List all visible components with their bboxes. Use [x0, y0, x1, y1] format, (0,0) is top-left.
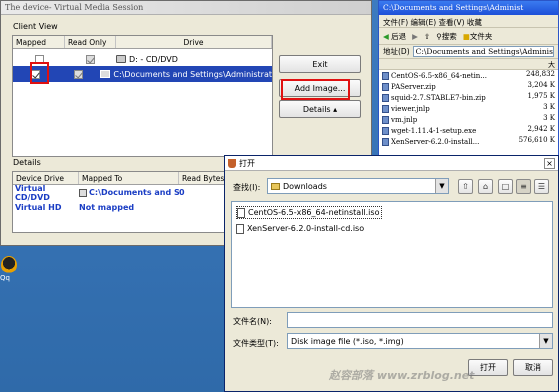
dialog-file-list: CentOS-6.5-x86_64-netinstall.iso XenServ… [231, 201, 553, 308]
file-icon [237, 207, 245, 218]
up-one-level-icon[interactable]: ⇧ [458, 179, 473, 194]
window-title: The device- Virtual Media Session [1, 1, 371, 15]
explorer-window: C:\Documents and Settings\Administ 文件(F)… [378, 0, 559, 158]
filetype-select[interactable]: Disk image file (*.iso, *.img) ▼ [287, 333, 553, 349]
home-icon[interactable]: ⌂ [478, 179, 493, 194]
exit-button[interactable]: Exit [279, 55, 361, 73]
image-file-icon [79, 188, 87, 197]
list-view-icon[interactable]: ≡ [516, 179, 531, 194]
details-button[interactable]: Details ▴ [279, 100, 361, 118]
drive-row[interactable]: D: - CD/DVD [13, 51, 272, 67]
cancel-button[interactable]: 取消 [513, 359, 553, 376]
client-view-label: Client View [13, 22, 58, 31]
explorer-file-list: CentOS-6.5-x86_64-netin... 248,832 PAServ… [379, 70, 558, 147]
new-folder-icon[interactable]: □ [498, 179, 513, 194]
chevron-down-icon[interactable]: ▼ [539, 334, 552, 348]
file-icon [382, 71, 389, 80]
chevron-down-icon[interactable]: ▼ [435, 179, 448, 193]
file-list-header: 大 [379, 59, 558, 70]
file-icon [382, 104, 389, 113]
details-label: Details [13, 158, 41, 167]
details-view-icon[interactable]: ☰ [534, 179, 549, 194]
folder-icon: ■ [462, 31, 470, 41]
col-read-bytes[interactable]: Read Bytes [179, 172, 229, 184]
up-folder-icon[interactable]: ⇧ [424, 32, 430, 41]
explorer-toolbar: ◀ 后退 ▶ ⇧ ⚲搜索 ■文件夹 [379, 28, 558, 45]
highlight-add-image [281, 79, 350, 100]
dialog-title: 打开 [239, 158, 255, 168]
filename-input[interactable] [287, 312, 553, 328]
java-cup-icon [228, 158, 236, 168]
list-item[interactable]: viewer.jnlp 3 K [379, 103, 558, 114]
file-icon [236, 223, 244, 234]
drive-name: D: - CD/DVD [129, 54, 178, 64]
file-icon [382, 137, 389, 146]
file-icon [382, 115, 389, 124]
file-icon [382, 82, 389, 91]
file-icon [382, 93, 389, 102]
col-device-drive[interactable]: Device Drive [13, 172, 79, 184]
cd-drive-icon [116, 55, 126, 63]
desktop-qq-shortcut[interactable]: Qq [0, 256, 18, 296]
qq-icon [1, 256, 17, 274]
open-file-dialog: 打开 × 查找(I): Downloads ▼ ⇧ ⌂ □ ≡ ☰ CentOS… [224, 155, 559, 392]
folders-button[interactable]: ■文件夹 [463, 31, 493, 42]
col-mapped[interactable]: Mapped [13, 36, 65, 48]
details-row: Virtual HD Not mapped [15, 203, 135, 212]
read-only-checkbox[interactable] [74, 69, 84, 79]
folder-icon [271, 182, 280, 190]
address-field[interactable]: C:\Documents and Settings\Administ [412, 46, 554, 57]
back-button[interactable]: ◀ 后退 [383, 31, 406, 42]
list-item[interactable]: XenServer-6.2.0-install-cd.iso [236, 222, 364, 235]
watermark: 赵容部落 www.zrblog.net [329, 369, 475, 382]
col-drive[interactable]: Drive [116, 36, 272, 48]
col-size[interactable]: 大 [548, 60, 555, 69]
drive-row-selected[interactable]: C:\Documents and Settings\Administrat [13, 66, 272, 82]
close-icon[interactable]: × [544, 157, 555, 169]
list-item[interactable]: XenServer-6.2.0-install... 576,610 K [379, 136, 558, 147]
col-mapped-to[interactable]: Mapped To [79, 172, 179, 184]
explorer-menu[interactable]: 文件(F) 编辑(E) 查看(V) 收藏 [379, 15, 558, 28]
details-table: Device Drive Mapped To Read Bytes Virtua… [12, 171, 230, 233]
look-in-label: 查找(I): [233, 183, 261, 192]
col-read-only[interactable]: Read Only [65, 36, 116, 48]
look-in-select[interactable]: Downloads ▼ [267, 178, 449, 194]
read-only-checkbox[interactable] [86, 54, 95, 64]
highlight-mapped-checkbox [30, 62, 49, 84]
dialog-titlebar: 打开 × [225, 156, 558, 171]
search-button[interactable]: ⚲搜索 [436, 31, 457, 42]
list-item[interactable]: squid-2.7.STABLE7-bin.zip 1,975 K [379, 92, 558, 103]
drive-name: C:\Documents and Settings\Administrat [113, 69, 272, 79]
list-item[interactable]: wget-1.11.4-1-setup.exe 2,942 K [379, 125, 558, 136]
list-item[interactable]: CentOS-6.5-x86_64-netin... 248,832 [379, 70, 558, 81]
filename-label: 文件名(N): [233, 317, 272, 326]
back-arrow-icon: ◀ [383, 31, 389, 41]
forward-arrow-icon[interactable]: ▶ [412, 32, 418, 41]
image-file-icon [100, 70, 111, 78]
list-item[interactable]: CentOS-6.5-x86_64-netinstall.iso [236, 206, 383, 219]
list-item[interactable]: PAServer.zip 3,204 K [379, 81, 558, 92]
details-row: Virtual CD/DVD C:\Documents and S... 0 [15, 183, 185, 202]
desktop-icon-label: Qq [0, 274, 10, 282]
filetype-label: 文件类型(T): [233, 339, 279, 348]
file-icon [382, 126, 389, 135]
address-bar: 地址(D) C:\Documents and Settings\Administ [379, 45, 558, 59]
explorer-title: C:\Documents and Settings\Administ [379, 1, 558, 15]
list-item[interactable]: vm.jnlp 3 K [379, 114, 558, 125]
